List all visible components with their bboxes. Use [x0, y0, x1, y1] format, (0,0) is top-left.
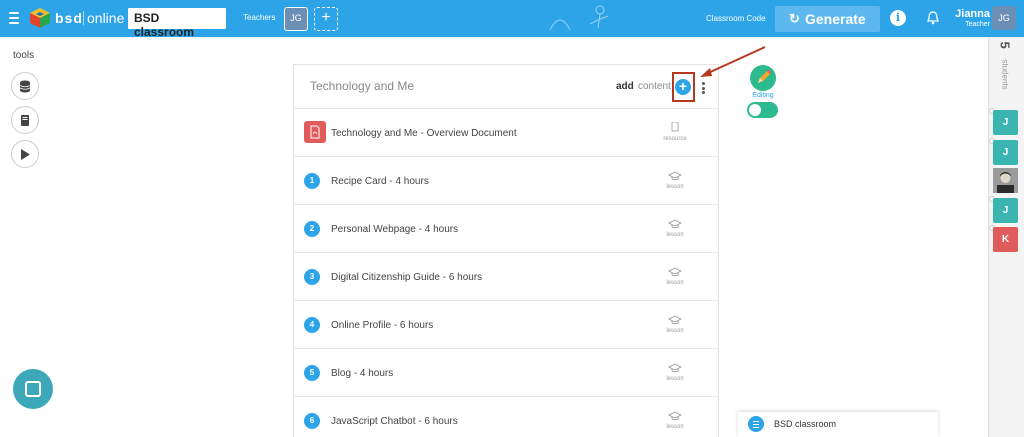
students-label: students: [1000, 59, 1010, 90]
decorative-sketch: [549, 5, 609, 31]
list-item[interactable]: 3 Digital Citizenship Guide - 6 hours le…: [294, 253, 718, 301]
brand-primary: bsd: [55, 10, 83, 26]
student-avatar[interactable]: J: [993, 198, 1018, 223]
item-type: resource: [663, 136, 687, 142]
toggle-knob: [749, 104, 761, 116]
list-item[interactable]: Technology and Me - Overview Document re…: [294, 109, 718, 157]
brand-secondary: online: [87, 10, 125, 26]
list-item[interactable]: 4 Online Profile - 6 hours lesson: [294, 301, 718, 349]
list-item[interactable]: 2 Personal Webpage - 4 hours lesson: [294, 205, 718, 253]
tray-label: BSD classroom: [774, 419, 837, 429]
book-icon: [21, 115, 29, 126]
tools-label: tools: [13, 50, 35, 61]
item-title[interactable]: Blog - 4 hours: [331, 368, 393, 379]
student-photo[interactable]: [993, 168, 1018, 193]
student-avatar[interactable]: K: [993, 227, 1018, 252]
list-item[interactable]: 6 JavaScript Chatbot - 6 hours lesson: [294, 397, 718, 437]
list-item[interactable]: 5 Blog - 4 hours lesson: [294, 349, 718, 397]
edit-pencil-button[interactable]: [750, 65, 776, 91]
item-number: 4: [304, 317, 320, 333]
classroom-tray[interactable]: BSD classroom: [738, 412, 938, 437]
item-title[interactable]: Online Profile - 6 hours: [331, 320, 433, 331]
user-avatar[interactable]: JG: [992, 6, 1016, 30]
classroom-code-label: Classroom Code: [706, 14, 766, 23]
generate-label: Generate: [805, 11, 866, 27]
item-title[interactable]: Personal Webpage - 4 hours: [331, 224, 458, 235]
student-avatar[interactable]: J: [993, 140, 1018, 165]
item-type: lesson: [666, 328, 684, 334]
item-title[interactable]: Digital Citizenship Guide - 6 hours: [331, 272, 482, 283]
graduation-cap-icon: [668, 315, 682, 325]
graduation-cap-icon: [668, 267, 682, 277]
item-title[interactable]: Recipe Card - 4 hours: [331, 176, 429, 187]
list-icon: [748, 416, 764, 432]
unit-header: Technology and Me add content +: [294, 65, 718, 109]
database-tool-button[interactable]: [11, 72, 39, 100]
item-title[interactable]: Technology and Me - Overview Document: [331, 128, 517, 139]
database-icon: [19, 80, 31, 93]
graduation-cap-icon: [668, 219, 682, 229]
item-type: lesson: [666, 424, 684, 430]
item-type: lesson: [666, 232, 684, 238]
user-role: Teacher: [965, 21, 990, 28]
play-icon: [21, 149, 30, 160]
add-label: add: [616, 81, 634, 92]
item-title[interactable]: JavaScript Chatbot - 6 hours: [331, 416, 458, 427]
class-name-field[interactable]: BSD classroom: [128, 8, 226, 39]
unit-card: Technology and Me add content + Technolo…: [293, 64, 719, 437]
menu-icon[interactable]: [9, 12, 19, 24]
item-type: lesson: [666, 280, 684, 286]
pencil-icon: [758, 69, 772, 83]
content-label: content: [638, 81, 671, 92]
item-number: 6: [304, 413, 320, 429]
brand-divider: [83, 11, 84, 25]
item-type: lesson: [666, 184, 684, 190]
editing-label: Editing: [752, 92, 774, 99]
item-number: 5: [304, 365, 320, 381]
graduation-cap-icon: [668, 171, 682, 181]
pdf-icon: [304, 121, 326, 143]
item-type: lesson: [666, 376, 684, 382]
item-number: 1: [304, 173, 320, 189]
document-icon: [671, 122, 679, 132]
item-number: 3: [304, 269, 320, 285]
teacher-avatar[interactable]: JG: [284, 7, 308, 31]
play-tool-button[interactable]: [11, 140, 39, 168]
more-options-icon[interactable]: [702, 82, 705, 96]
list-item[interactable]: 1 Recipe Card - 4 hours lesson: [294, 157, 718, 205]
refresh-icon: ↻: [789, 11, 800, 26]
graduation-cap-icon: [668, 411, 682, 421]
editing-toggle[interactable]: [747, 102, 778, 118]
teachers-label: Teachers: [243, 13, 276, 22]
generate-button[interactable]: ↻ Generate: [775, 6, 880, 32]
student-photo-icon: [993, 168, 1018, 193]
add-teacher-button[interactable]: +: [314, 7, 338, 31]
user-name[interactable]: Jianna: [944, 8, 990, 20]
chat-icon: [25, 381, 41, 397]
book-tool-button[interactable]: [11, 106, 39, 134]
logo-cube-icon: [30, 8, 50, 28]
item-number: 2: [304, 221, 320, 237]
top-bar: bsd online BSD classroom Teachers JG + C…: [0, 0, 1024, 39]
bell-icon[interactable]: [927, 11, 939, 25]
student-avatar[interactable]: J: [993, 110, 1018, 135]
chat-button[interactable]: [13, 369, 53, 409]
info-button[interactable]: i: [890, 10, 906, 26]
graduation-cap-icon: [668, 363, 682, 373]
unit-title[interactable]: Technology and Me: [310, 79, 414, 93]
